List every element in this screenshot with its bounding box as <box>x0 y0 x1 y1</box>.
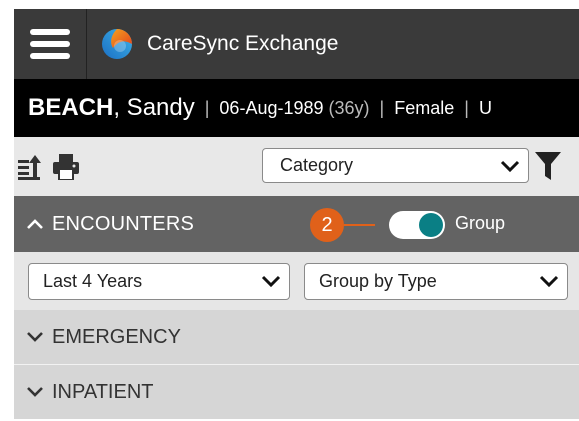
group-label: EMERGENCY <box>52 325 181 348</box>
encounter-group-emergency[interactable]: EMERGENCY <box>14 310 579 364</box>
app-header: CareSync Exchange <box>14 9 579 79</box>
toolbar: Category <box>14 137 579 196</box>
callout-line <box>344 224 375 226</box>
banner-separator: | <box>379 97 385 118</box>
patient-last-name: BEACH <box>28 94 114 121</box>
chevron-down-icon <box>27 387 43 397</box>
date-range-select[interactable]: Last 4 Years <box>28 263 290 300</box>
patient-sex: Female <box>394 97 455 118</box>
app-frame: CareSync Exchange BEACH, Sandy | 06-Aug-… <box>14 9 579 421</box>
group-label: INPATIENT <box>52 380 154 403</box>
group-toggle-switch[interactable] <box>389 211 445 239</box>
group-by-select[interactable]: Group by Type <box>304 263 568 300</box>
encounter-group-inpatient[interactable]: INPATIENT <box>14 365 579 419</box>
export-icon[interactable] <box>18 154 42 180</box>
patient-first-name: , Sandy <box>113 94 195 121</box>
category-select[interactable]: Category <box>262 148 529 183</box>
group-by-value: Group by Type <box>319 271 437 291</box>
patient-name: BEACH, Sandy <box>28 94 195 122</box>
filter-icon[interactable] <box>535 152 561 180</box>
chevron-down-icon <box>500 160 520 173</box>
patient-age: (36y) <box>328 97 370 118</box>
hamburger-menu-button[interactable] <box>14 9 87 79</box>
category-select-value: Category <box>280 155 354 175</box>
patient-banner: BEACH, Sandy | 06-Aug-1989 (36y) | Femal… <box>14 79 579 137</box>
date-range-value: Last 4 Years <box>43 271 143 291</box>
encounters-collapse-toggle[interactable]: ENCOUNTERS <box>26 196 194 252</box>
app-title: CareSync Exchange <box>147 32 339 55</box>
group-toggle-label: Group <box>455 213 506 233</box>
hamburger-menu-icon <box>30 23 70 65</box>
encounters-section-header: ENCOUNTERS 2 Group <box>14 196 579 252</box>
chevron-down-icon <box>27 332 43 342</box>
patient-dob-value: 06-Aug-1989 <box>219 97 324 118</box>
callout-badge: 2 <box>310 208 344 242</box>
banner-separator: | <box>464 97 469 118</box>
chevron-up-icon <box>27 219 43 229</box>
patient-dob: 06-Aug-1989 (36y) <box>219 98 369 119</box>
toggle-knob <box>419 213 443 237</box>
chevron-down-icon <box>261 275 281 288</box>
chevron-down-icon <box>539 275 559 288</box>
print-icon[interactable] <box>52 154 80 180</box>
patient-banner-overflow-text: U <box>478 97 492 118</box>
app-logo-icon <box>102 29 132 59</box>
banner-separator: | <box>204 97 210 118</box>
encounter-filter-row: Last 4 Years Group by Type <box>14 252 579 310</box>
section-title: ENCOUNTERS <box>52 212 195 235</box>
